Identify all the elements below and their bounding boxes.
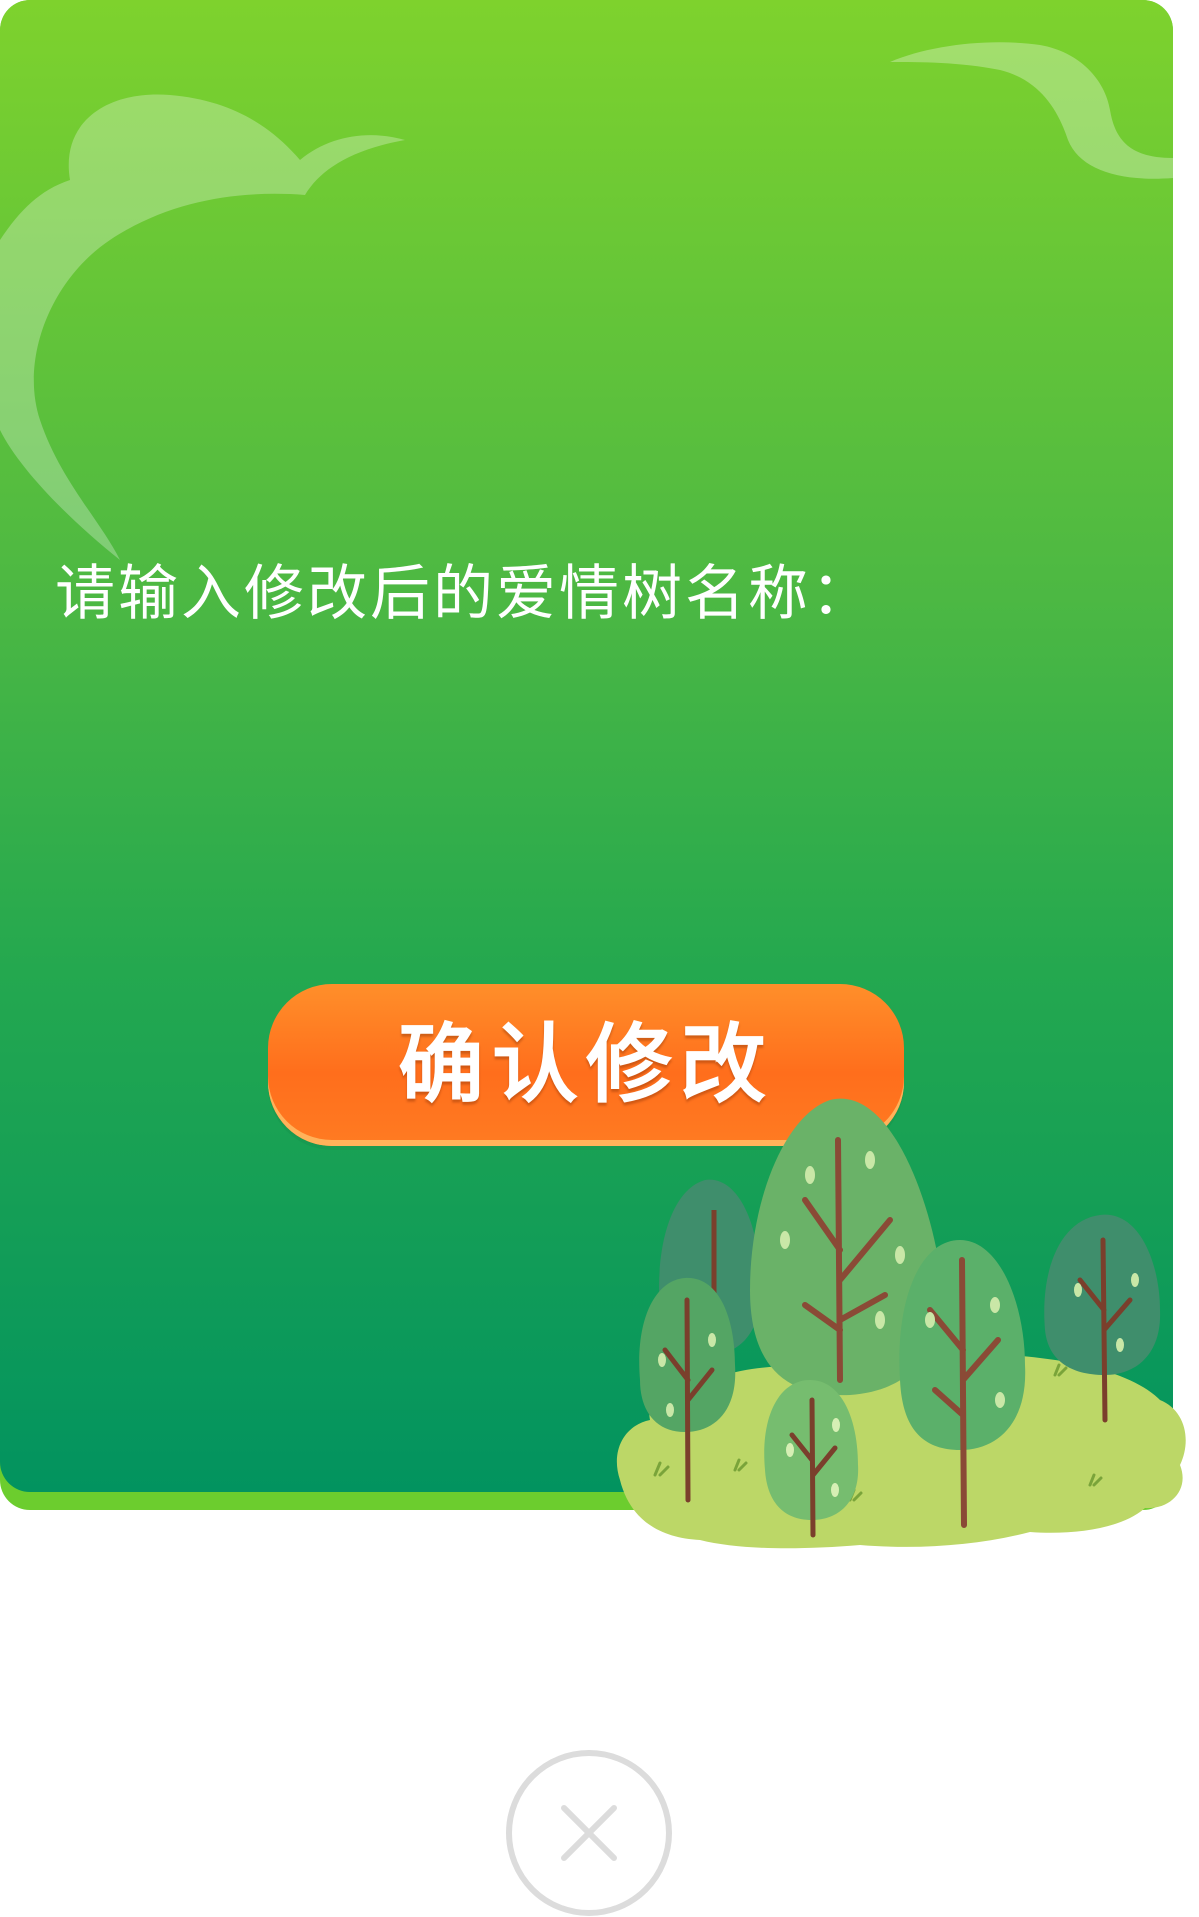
cloud-icon xyxy=(0,42,1173,560)
close-button[interactable] xyxy=(506,1750,672,1916)
close-icon xyxy=(561,1805,617,1861)
modal-stage: 请输入修改后的爱情树名称： 确认修改 xyxy=(0,0,1199,1917)
forest-icon xyxy=(616,1098,1186,1549)
tree-name-input[interactable] xyxy=(55,660,1119,772)
prompt-label: 请输入修改后的爱情树名称： xyxy=(55,559,874,629)
